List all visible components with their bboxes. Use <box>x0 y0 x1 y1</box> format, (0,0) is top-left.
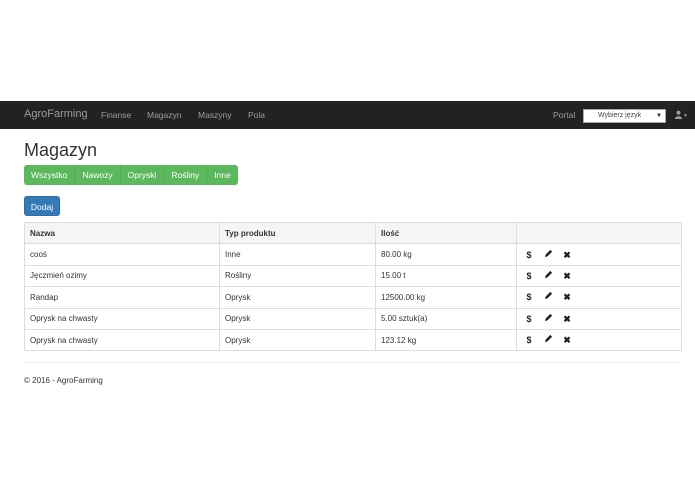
table-row: Oprysk na chwasty Oprysk 123.12 kg $ ✖ <box>24 328 682 352</box>
pencil-icon[interactable] <box>542 334 554 345</box>
table-header-row: Nazwa Typ produktu Ilość <box>24 221 682 245</box>
cell-type: Rośliny <box>219 264 376 288</box>
nav-maszyny[interactable]: Maszyny <box>198 110 232 120</box>
nav-pola[interactable]: Pola <box>248 110 265 120</box>
dropdown-arrow-icon: ▼ <box>656 113 662 119</box>
table-row: Randap Oprysk 12500.00 kg $ ✖ <box>24 286 682 309</box>
filter-sprays-button[interactable]: Opryski <box>121 165 165 185</box>
pencil-icon[interactable] <box>542 313 554 324</box>
caret-down-icon: ▼ <box>683 113 688 119</box>
price-icon[interactable]: $ <box>523 250 535 260</box>
top-navbar: AgroFarming Finanse Magazyn Maszyny Pola… <box>0 101 695 129</box>
cell-name: Jęczmień ozimy <box>24 264 220 288</box>
price-icon[interactable]: $ <box>523 271 535 281</box>
filter-fertilizers-button[interactable]: Nawozy <box>75 165 121 185</box>
cell-quantity: 123.12 kg <box>375 328 517 352</box>
cell-actions: $ ✖ <box>516 307 682 330</box>
user-icon <box>674 110 683 120</box>
cell-quantity: 12500.00 kg <box>375 286 517 309</box>
cell-name: Oprysk na chwasty <box>24 307 220 330</box>
inventory-table: Nazwa Typ produktu Ilość cooś Inne 80.00 k… <box>24 221 682 352</box>
nav-portal[interactable]: Portal <box>553 110 575 120</box>
cell-name: Randap <box>24 286 220 309</box>
nav-finanse[interactable]: Finanse <box>101 110 131 120</box>
language-select-value: Wybierz język <box>598 112 642 119</box>
nav-magazyn[interactable]: Magazyn <box>147 110 182 120</box>
filter-other-button[interactable]: Inne <box>207 165 238 185</box>
table-row: Jęczmień ozimy Rośliny 15.00 t $ ✖ <box>24 264 682 288</box>
cell-actions: $ ✖ <box>516 286 682 309</box>
filter-all-button[interactable]: Wszystko <box>24 165 76 185</box>
cell-type: Inne <box>219 243 376 266</box>
table-row: cooś Inne 80.00 kg $ ✖ <box>24 243 682 266</box>
pencil-icon[interactable] <box>542 249 554 260</box>
delete-icon[interactable]: ✖ <box>561 271 573 282</box>
cell-quantity: 5.00 sztuk(a) <box>375 307 517 330</box>
cell-name: cooś <box>24 243 220 266</box>
page-title: Magazyn <box>24 140 98 160</box>
delete-icon[interactable]: ✖ <box>561 314 573 325</box>
price-icon[interactable]: $ <box>523 314 535 324</box>
filter-plants-button[interactable]: Rośliny <box>164 165 208 185</box>
cell-type: Oprysk <box>219 328 376 352</box>
delete-icon[interactable]: ✖ <box>561 250 573 261</box>
header-quantity: Ilość <box>375 221 517 245</box>
cell-type: Oprysk <box>219 286 376 309</box>
add-button[interactable]: Dodaj <box>24 196 60 216</box>
user-menu[interactable]: ▼ <box>674 109 688 120</box>
delete-icon[interactable]: ✖ <box>561 292 573 303</box>
filter-button-group: Wszystko Nawozy Opryski Rośliny Inne <box>24 165 238 185</box>
cell-actions: $ ✖ <box>516 328 682 352</box>
cell-actions: $ ✖ <box>516 243 682 266</box>
footer-divider <box>24 362 682 363</box>
price-icon[interactable]: $ <box>523 335 535 345</box>
cell-type: Oprysk <box>219 307 376 330</box>
language-select[interactable]: Wybierz język ▼ <box>583 109 666 123</box>
cell-name: Oprysk na chwasty <box>24 328 220 352</box>
cell-quantity: 15.00 t <box>375 264 517 288</box>
pencil-icon[interactable] <box>542 270 554 281</box>
cell-quantity: 80.00 kg <box>375 243 517 266</box>
table-row: Oprysk na chwasty Oprysk 5.00 sztuk(a) $ ✖ <box>24 307 682 330</box>
pencil-icon[interactable] <box>542 291 554 302</box>
delete-icon[interactable]: ✖ <box>561 335 573 346</box>
brand-link[interactable]: AgroFarming <box>24 108 88 120</box>
header-type: Typ produktu <box>219 221 376 245</box>
price-icon[interactable]: $ <box>523 292 535 302</box>
header-actions <box>516 221 682 245</box>
footer-text: © 2016 - AgroFarming <box>24 376 103 385</box>
cell-actions: $ ✖ <box>516 264 682 288</box>
header-name: Nazwa <box>24 221 220 245</box>
